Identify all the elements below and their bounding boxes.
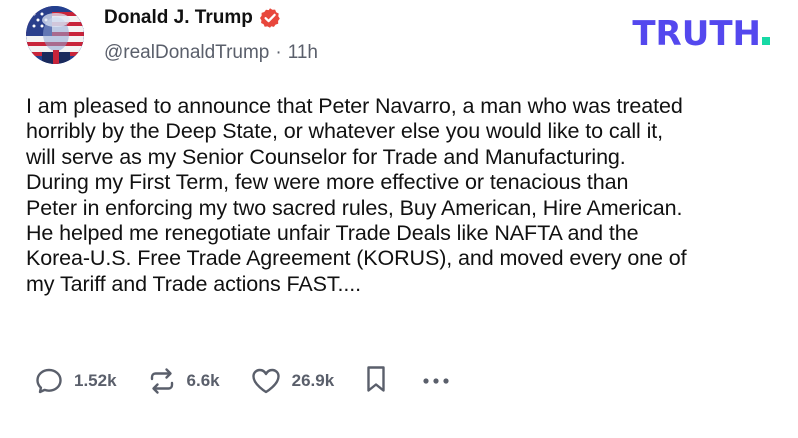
retruth-count: 6.6k <box>186 371 220 390</box>
retruth-icon <box>150 368 173 394</box>
truth-logo: TRUTH <box>632 14 770 54</box>
handle-row: @realDonaldTrump · 11h <box>104 42 318 64</box>
reply-button[interactable]: 1.52k <box>34 366 117 396</box>
truth-logo-dot <box>762 37 770 45</box>
retruth-button[interactable]: 6.6k <box>147 366 220 396</box>
post-body: I am pleased to announce that Peter Nava… <box>26 94 687 296</box>
more-options-button[interactable] <box>422 376 450 386</box>
more-icon <box>423 378 449 384</box>
avatar[interactable] <box>26 6 84 64</box>
like-button[interactable]: 26.9k <box>250 366 335 396</box>
display-name[interactable]: Donald J. Trump <box>104 7 253 29</box>
like-count: 26.9k <box>291 371 335 390</box>
bookmark-button[interactable] <box>364 364 388 399</box>
truth-logo-text: TRUTH <box>632 14 761 54</box>
reply-icon <box>36 368 62 394</box>
heart-icon <box>251 368 280 394</box>
name-row: Donald J. Trump <box>104 6 318 30</box>
post-card: Donald J. Trump @realDonaldTrump · 11h T… <box>0 0 798 438</box>
post-timestamp[interactable]: 11h <box>288 42 318 64</box>
avatar-image <box>26 6 84 64</box>
verified-badge-icon <box>259 7 281 29</box>
reply-count: 1.52k <box>74 371 117 390</box>
author-info: Donald J. Trump @realDonaldTrump · 11h <box>104 6 318 64</box>
separator-dot: · <box>275 42 282 63</box>
bookmark-icon <box>367 365 385 392</box>
user-handle[interactable]: @realDonaldTrump <box>104 42 269 64</box>
action-bar: 1.52k 6.6k 26.9k <box>34 364 450 398</box>
